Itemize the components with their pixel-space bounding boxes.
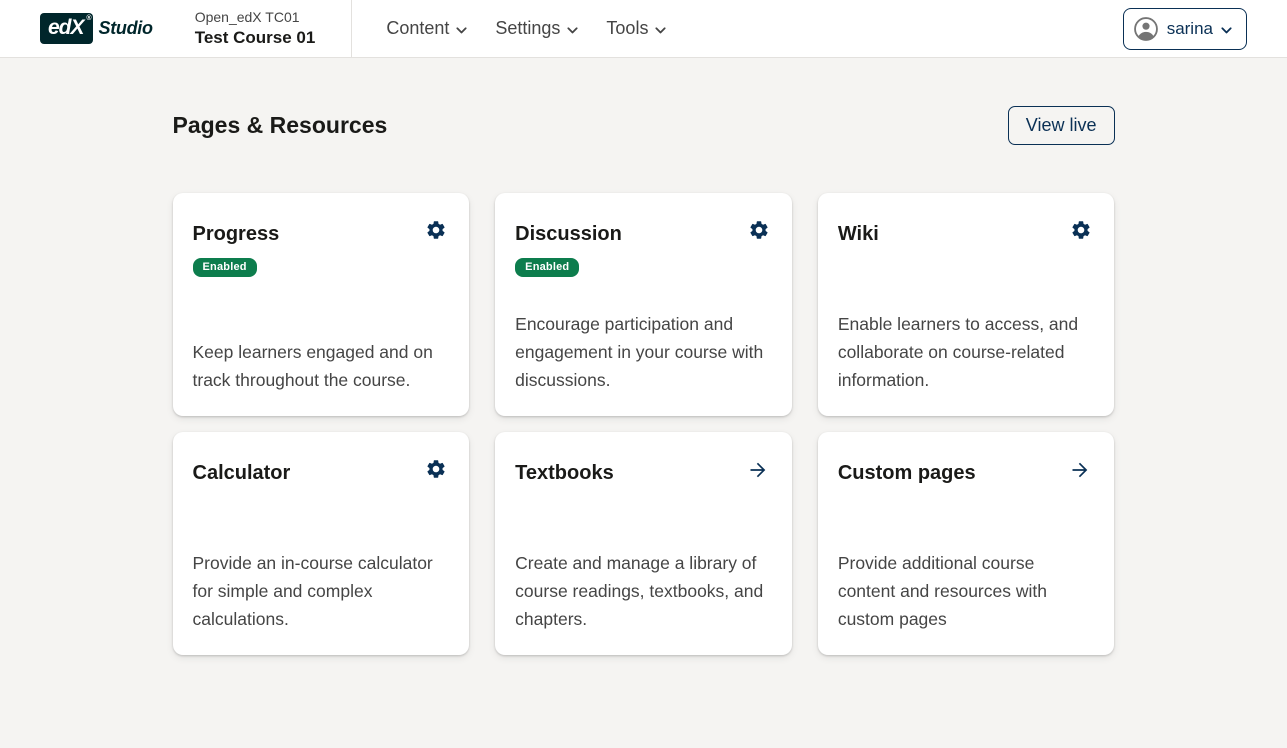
- gear-icon: [748, 219, 770, 241]
- avatar-icon: [1133, 16, 1159, 42]
- gear-icon: [425, 458, 447, 480]
- cards-grid: Progress Enabled Keep learners engaged a…: [173, 193, 1115, 715]
- progress-settings-button[interactable]: [423, 217, 449, 243]
- card-header: Calculator: [193, 456, 450, 485]
- card-description: Enable learners to access, and collabora…: [838, 310, 1095, 394]
- status-badge: Enabled: [515, 258, 579, 277]
- card-progress[interactable]: Progress Enabled Keep learners engaged a…: [173, 193, 470, 416]
- page-header: Pages & Resources View live: [173, 106, 1115, 145]
- card-title: Discussion: [515, 217, 622, 246]
- header: edX® Studio Open_edX TC01 Test Course 01…: [0, 0, 1287, 58]
- card-textbooks[interactable]: Textbooks Create and manage a library of…: [495, 432, 792, 655]
- nav-item-content[interactable]: Content: [372, 8, 481, 49]
- chevron-down-icon: [567, 27, 578, 34]
- card-header: Custom pages: [838, 456, 1095, 485]
- card-calculator[interactable]: Calculator Provide an in-course calculat…: [173, 432, 470, 655]
- calculator-settings-button[interactable]: [423, 456, 449, 482]
- main-nav: Content Settings Tools: [372, 8, 680, 49]
- registered-mark: ®: [86, 15, 90, 23]
- custom-pages-open-button[interactable]: [1066, 456, 1094, 484]
- nav-item-settings[interactable]: Settings: [481, 8, 592, 49]
- card-title: Calculator: [193, 456, 291, 485]
- textbooks-open-button[interactable]: [744, 456, 772, 484]
- card-description: Provide an in-course calculator for simp…: [193, 549, 450, 633]
- card-header: Progress: [193, 217, 450, 246]
- card-title: Wiki: [838, 217, 879, 246]
- card-description: Provide additional course content and re…: [838, 549, 1095, 633]
- wiki-settings-button[interactable]: [1068, 217, 1094, 243]
- edx-logo: edX®: [40, 13, 93, 44]
- chevron-down-icon: [1221, 27, 1232, 34]
- card-title: Textbooks: [515, 456, 614, 485]
- nav-item-label: Content: [386, 18, 449, 39]
- nav-item-tools[interactable]: Tools: [592, 8, 680, 49]
- gear-icon: [425, 219, 447, 241]
- card-wiki[interactable]: Wiki Enable learners to access, and coll…: [818, 193, 1115, 416]
- chevron-down-icon: [456, 27, 467, 34]
- username: sarina: [1167, 19, 1213, 39]
- card-description: Keep learners engaged and on track throu…: [193, 338, 450, 394]
- user-menu-button[interactable]: sarina: [1123, 8, 1247, 50]
- header-divider: [351, 0, 352, 58]
- edx-studio-logo[interactable]: edX® Studio: [40, 13, 153, 44]
- card-header: Discussion: [515, 217, 772, 246]
- arrow-right-icon: [746, 458, 770, 482]
- nav-item-label: Tools: [606, 18, 648, 39]
- studio-logo-text: Studio: [99, 18, 153, 39]
- course-info: Open_edX TC01 Test Course 01: [195, 9, 316, 48]
- page-title: Pages & Resources: [173, 112, 388, 139]
- card-header: Wiki: [838, 217, 1095, 246]
- course-org-number: Open_edX TC01: [195, 9, 316, 27]
- nav-item-label: Settings: [495, 18, 560, 39]
- card-header: Textbooks: [515, 456, 772, 485]
- gear-icon: [1070, 219, 1092, 241]
- discussion-settings-button[interactable]: [746, 217, 772, 243]
- card-custom-pages[interactable]: Custom pages Provide additional course c…: [818, 432, 1115, 655]
- card-description: Encourage participation and engagement i…: [515, 310, 772, 394]
- course-title: Test Course 01: [195, 27, 316, 48]
- card-description: Create and manage a library of course re…: [515, 549, 772, 633]
- card-title: Progress: [193, 217, 280, 246]
- arrow-right-icon: [1068, 458, 1092, 482]
- pages-resources-content: Pages & Resources View live Progress Ena…: [173, 58, 1115, 715]
- chevron-down-icon: [655, 27, 666, 34]
- status-badge: Enabled: [193, 258, 257, 277]
- edx-logo-text: edX: [48, 16, 84, 39]
- card-title: Custom pages: [838, 456, 976, 485]
- card-discussion[interactable]: Discussion Enabled Encourage participati…: [495, 193, 792, 416]
- view-live-button[interactable]: View live: [1008, 106, 1115, 145]
